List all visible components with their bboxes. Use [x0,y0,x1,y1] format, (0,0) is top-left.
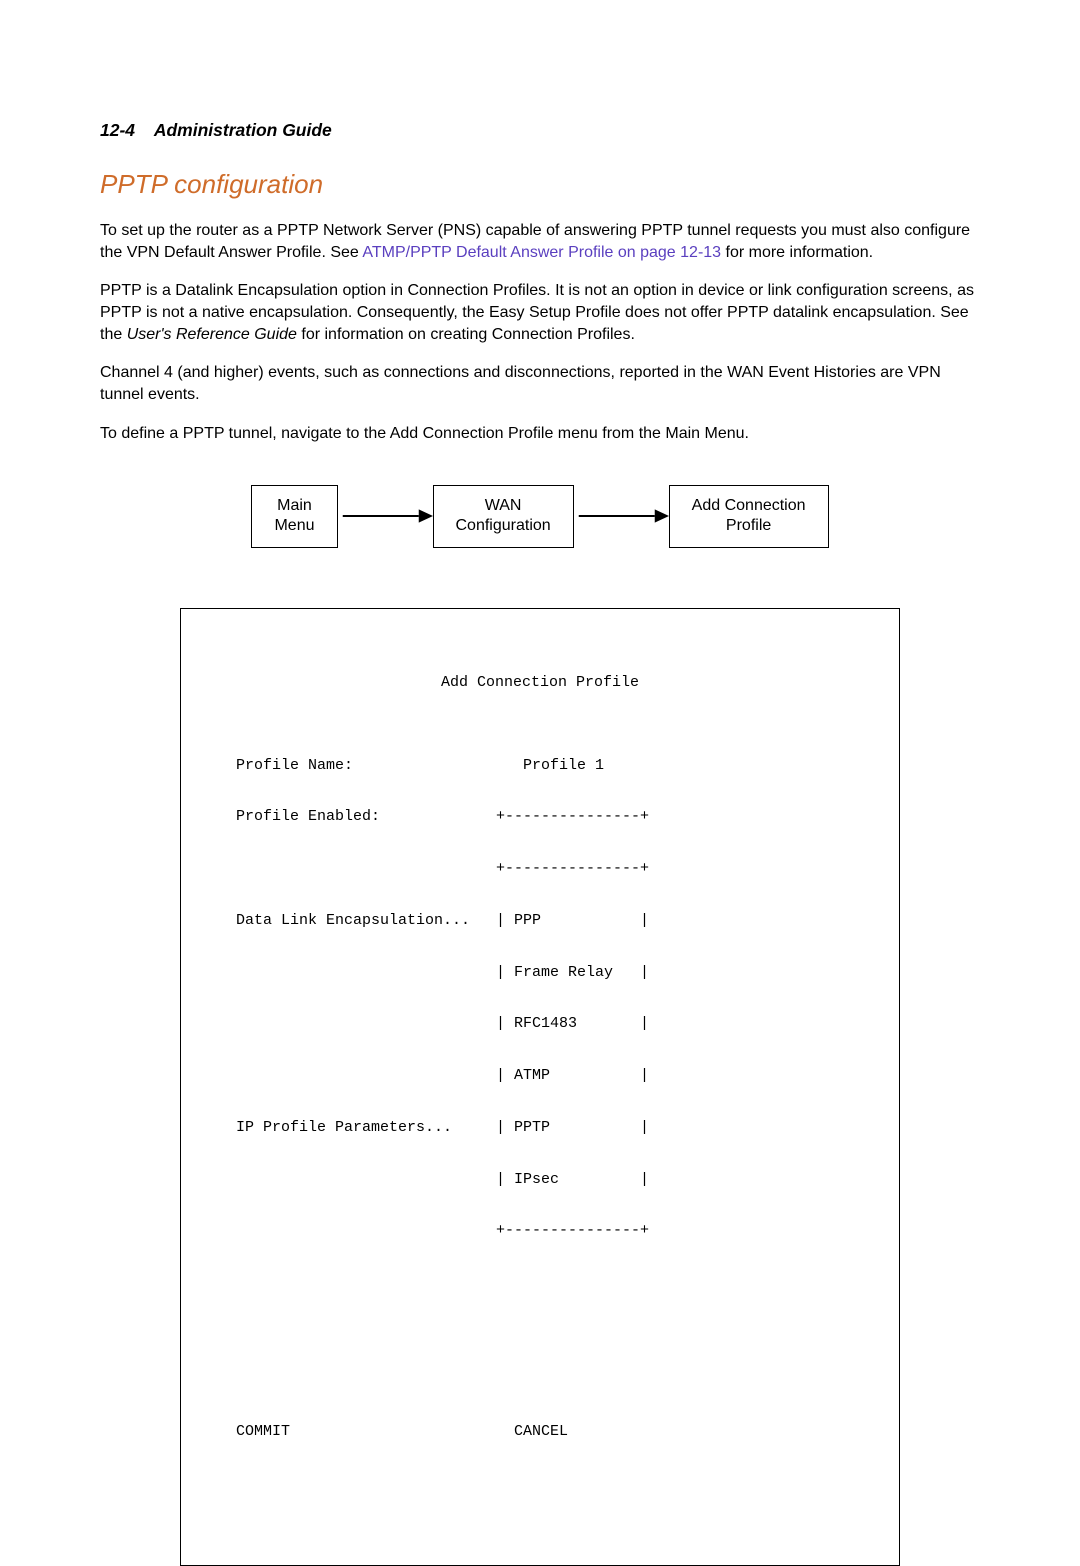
page-number: 12-4 [100,120,135,140]
profile-enabled-label: Profile Enabled: [236,808,496,825]
dropdown-border-top: +---------------+ [496,808,649,825]
paragraph-4: To define a PPTP tunnel, navigate to the… [100,423,980,445]
page-header: 12-4 Administration Guide [100,120,980,141]
flow-box-main-menu: Main Menu [251,485,337,549]
screen-title: Add Connection Profile [236,674,844,691]
ip-profile-parameters-label[interactable]: IP Profile Parameters... [236,1119,496,1136]
paragraph-2: PPTP is a Datalink Encapsulation option … [100,280,980,346]
option-ipsec[interactable]: | IPsec | [496,1171,649,1188]
dropdown-border-mid: +---------------+ [496,860,649,877]
profile-name-label: Profile Name: [236,757,496,774]
document-page: 12-4 Administration Guide PPTP configura… [100,120,980,1566]
section-title: PPTP configuration [100,169,980,200]
data-link-encapsulation-label[interactable]: Data Link Encapsulation... [236,912,496,929]
dropdown-border-bottom: +---------------+ [496,1222,649,1239]
navigation-flow-diagram: Main Menu WAN Configuration Add Connecti… [100,485,980,549]
terminal-screen: Add Connection Profile Profile Name: Pro… [180,608,900,1566]
commit-button[interactable]: COMMIT [236,1423,496,1440]
cancel-button[interactable]: CANCEL [496,1423,568,1440]
option-pptp[interactable]: | PPTP | [496,1119,649,1136]
paragraph-3: Channel 4 (and higher) events, such as c… [100,362,980,406]
link-atmp-pptp[interactable]: ATMP/PPTP Default Answer Profile on page… [362,244,721,261]
flow-box-wan-configuration: WAN Configuration [433,485,574,549]
arrow-right-icon [574,504,669,528]
flow-box-add-connection-profile: Add Connection Profile [669,485,829,549]
doc-title: Administration Guide [154,120,332,140]
option-atmp[interactable]: | ATMP | [496,1067,649,1084]
option-frame-relay[interactable]: | Frame Relay | [496,964,649,981]
option-ppp[interactable]: | PPP | [496,912,649,929]
profile-name-value: Profile 1 [496,757,604,774]
option-rfc1483[interactable]: | RFC1483 | [496,1015,649,1032]
book-reference: User's Reference Guide [127,326,297,343]
paragraph-1: To set up the router as a PPTP Network S… [100,220,980,264]
arrow-right-icon [338,504,433,528]
